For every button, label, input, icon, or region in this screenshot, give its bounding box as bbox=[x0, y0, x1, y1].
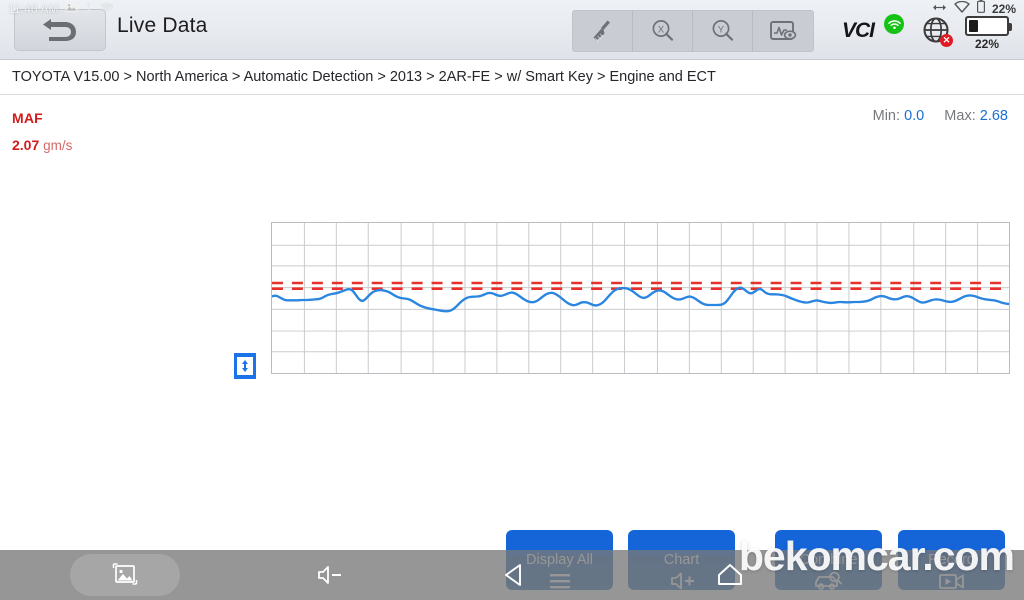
parameter-current-value: 2.07 bbox=[12, 137, 40, 153]
app-header: Live Data X Y VCI ✕ 22% bbox=[0, 0, 1024, 60]
back-triangle-icon bbox=[505, 564, 521, 586]
chart-resize-handle[interactable] bbox=[234, 353, 256, 379]
nav-volume-down-button[interactable] bbox=[250, 550, 410, 600]
battery-percent-label: 22% bbox=[974, 37, 1000, 51]
vci-label: VCI bbox=[842, 19, 875, 42]
live-data-body: MAF 2.07 gm/s Min: 0.0 Max: 2.68 bbox=[0, 96, 1024, 530]
zoom-y-button[interactable]: Y bbox=[693, 11, 753, 51]
nav-screenshot-button[interactable] bbox=[0, 550, 250, 600]
svg-text:X: X bbox=[657, 25, 664, 36]
parameter-name-label: MAF bbox=[12, 110, 43, 126]
clear-graph-button[interactable] bbox=[573, 11, 633, 51]
back-arrow-icon bbox=[43, 19, 76, 41]
zoom-x-icon: X bbox=[652, 20, 673, 41]
back-button[interactable] bbox=[14, 9, 106, 51]
page-title: Live Data bbox=[117, 14, 208, 37]
battery-indicator: 22% bbox=[962, 16, 1012, 51]
nav-back-button[interactable] bbox=[410, 550, 620, 600]
parameter-unit: gm/s bbox=[43, 138, 73, 153]
zoom-x-button[interactable]: X bbox=[633, 11, 693, 51]
live-data-chart[interactable] bbox=[271, 222, 1010, 374]
android-nav-bar bbox=[0, 550, 1024, 600]
min-separator: : bbox=[896, 108, 901, 124]
max-label: Max bbox=[944, 108, 972, 124]
battery-icon bbox=[965, 16, 1012, 36]
broom-icon bbox=[593, 20, 610, 42]
zoom-y-icon: Y bbox=[712, 20, 733, 41]
nav-home-button[interactable] bbox=[620, 550, 840, 600]
graph-view-icon bbox=[770, 21, 797, 40]
live-data-screen: Live Data X Y VCI ✕ 22% 11:40 AM ? 22% T… bbox=[0, 0, 1024, 600]
volume-down-icon bbox=[318, 566, 341, 584]
graph-view-button[interactable] bbox=[753, 11, 813, 51]
vertical-resize-icon bbox=[234, 353, 256, 379]
network-error-badge-icon: ✕ bbox=[940, 34, 953, 47]
min-value: 0.0 bbox=[904, 108, 925, 124]
network-status-indicator[interactable]: ✕ bbox=[922, 16, 953, 47]
min-max-readout: Min: 0.0 Max: 2.68 bbox=[873, 108, 1008, 124]
parameter-value-row: 2.07 gm/s bbox=[12, 137, 72, 153]
breadcrumb[interactable]: TOYOTA V15.00 > North America > Automati… bbox=[0, 60, 1024, 95]
min-label: Min bbox=[872, 108, 896, 124]
chart-plot bbox=[272, 281, 1009, 313]
vci-indicator[interactable]: VCI bbox=[842, 14, 904, 48]
home-icon bbox=[718, 564, 742, 585]
max-value: 2.68 bbox=[979, 108, 1008, 124]
max-separator: : bbox=[971, 108, 976, 124]
svg-text:Y: Y bbox=[717, 25, 724, 36]
vci-wifi-icon bbox=[884, 14, 904, 34]
screenshot-icon bbox=[112, 563, 138, 585]
chart-toolbar: X Y bbox=[572, 10, 814, 52]
